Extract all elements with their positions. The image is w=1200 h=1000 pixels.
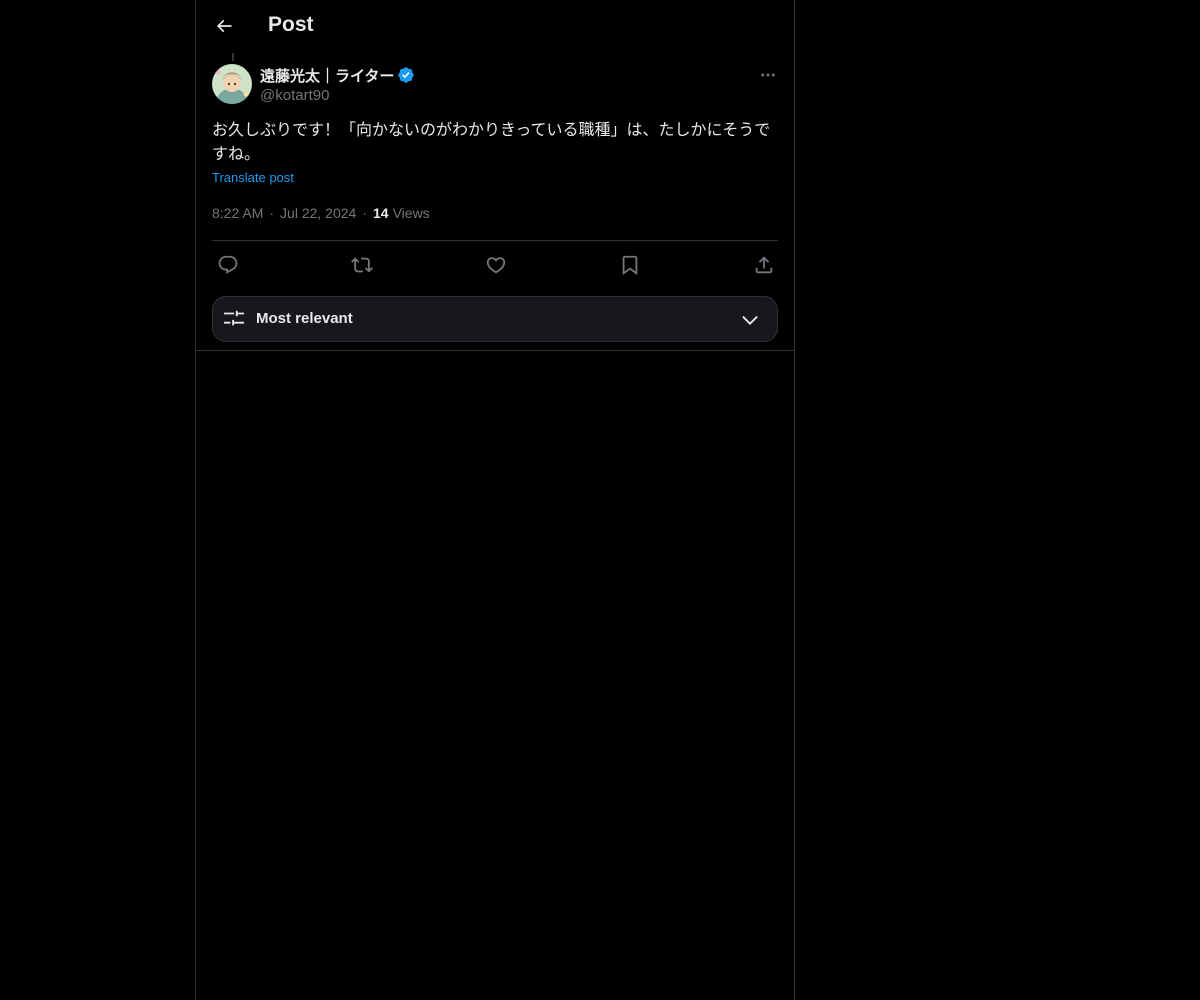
views-count: 14	[373, 205, 389, 221]
sort-label: Most relevant	[256, 310, 353, 327]
top-bar: Post	[196, 0, 794, 53]
filter-sliders-icon	[223, 310, 245, 326]
repost-button[interactable]	[349, 252, 375, 278]
reply-button[interactable]	[215, 252, 241, 278]
back-button[interactable]	[209, 11, 239, 41]
bookmark-icon	[622, 255, 638, 276]
views-label: Views	[392, 205, 430, 221]
post-text: お久しぶりです！「向かないのがわかりきっている職種」は、たしかにそうですね。	[212, 122, 771, 163]
page-title: Post	[268, 13, 314, 36]
avatar-illustration	[212, 64, 252, 104]
reply-icon	[218, 255, 238, 274]
share-button[interactable]	[751, 252, 777, 278]
reply-sort-dropdown[interactable]: Most relevant	[212, 296, 778, 342]
post-time[interactable]: 8:22 AM	[212, 205, 263, 221]
heart-icon	[486, 257, 506, 274]
chevron-down-icon	[742, 315, 758, 325]
more-horizontal-icon	[761, 73, 775, 77]
meta-separator: ·	[362, 205, 368, 221]
thread-connector-line	[232, 53, 234, 61]
meta-separator: ·	[269, 205, 275, 221]
author-display-name[interactable]: 遠藤光太｜ライター	[260, 65, 394, 86]
repost-icon	[351, 257, 373, 273]
section-divider	[196, 350, 794, 351]
post-date[interactable]: Jul 22, 2024	[280, 205, 356, 221]
bookmark-button[interactable]	[617, 252, 643, 278]
avatar[interactable]	[212, 64, 252, 104]
like-button[interactable]	[483, 252, 509, 278]
arrow-left-icon	[216, 19, 232, 33]
author-name-row: 遠藤光太｜ライター	[260, 65, 415, 85]
author-handle[interactable]: @kotart90	[260, 87, 329, 104]
verified-badge-icon	[398, 67, 415, 83]
more-options-button[interactable]	[756, 64, 780, 86]
share-icon	[755, 256, 773, 274]
translate-post-link[interactable]: Translate post	[212, 170, 294, 185]
main-column: Post 遠藤光太｜ライター @kotart90 お久しぶりです！「向かないのが…	[195, 0, 795, 1000]
post-metadata: 8:22 AM · Jul 22, 2024 · 14 Views	[212, 205, 430, 221]
divider	[212, 240, 778, 241]
